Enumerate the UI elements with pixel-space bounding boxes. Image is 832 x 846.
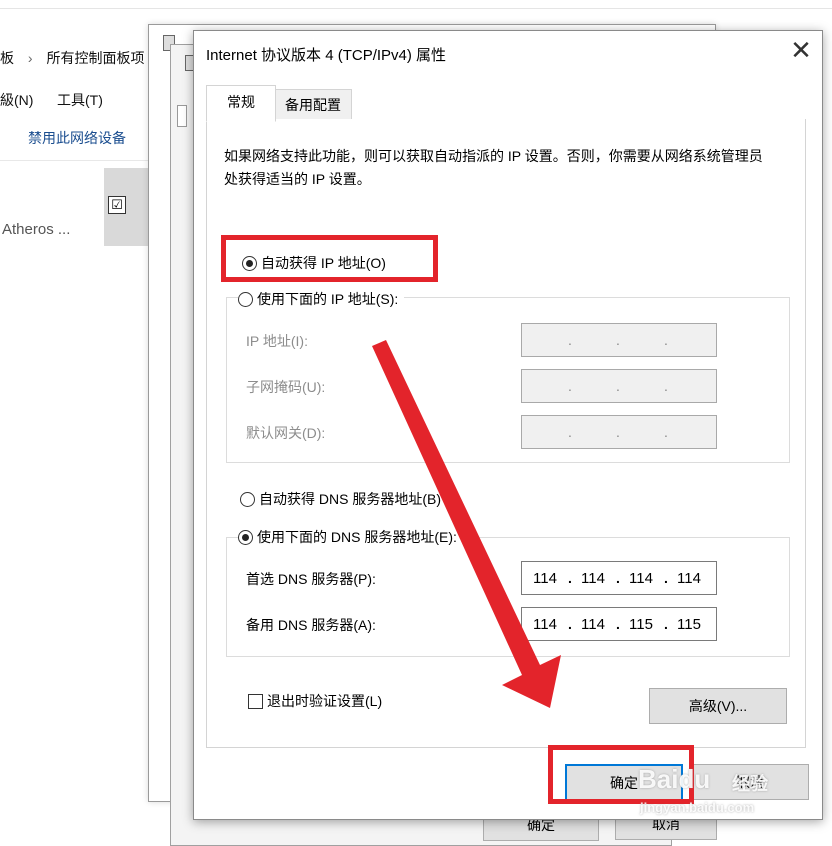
watermark-url: jingyan.baidu.com bbox=[640, 800, 755, 815]
watermark-brand-cn: 经验 bbox=[732, 774, 768, 794]
annotation-arrow-icon bbox=[372, 340, 561, 708]
arrow-shape bbox=[372, 340, 561, 708]
watermark-brand: Baidu bbox=[638, 764, 711, 794]
